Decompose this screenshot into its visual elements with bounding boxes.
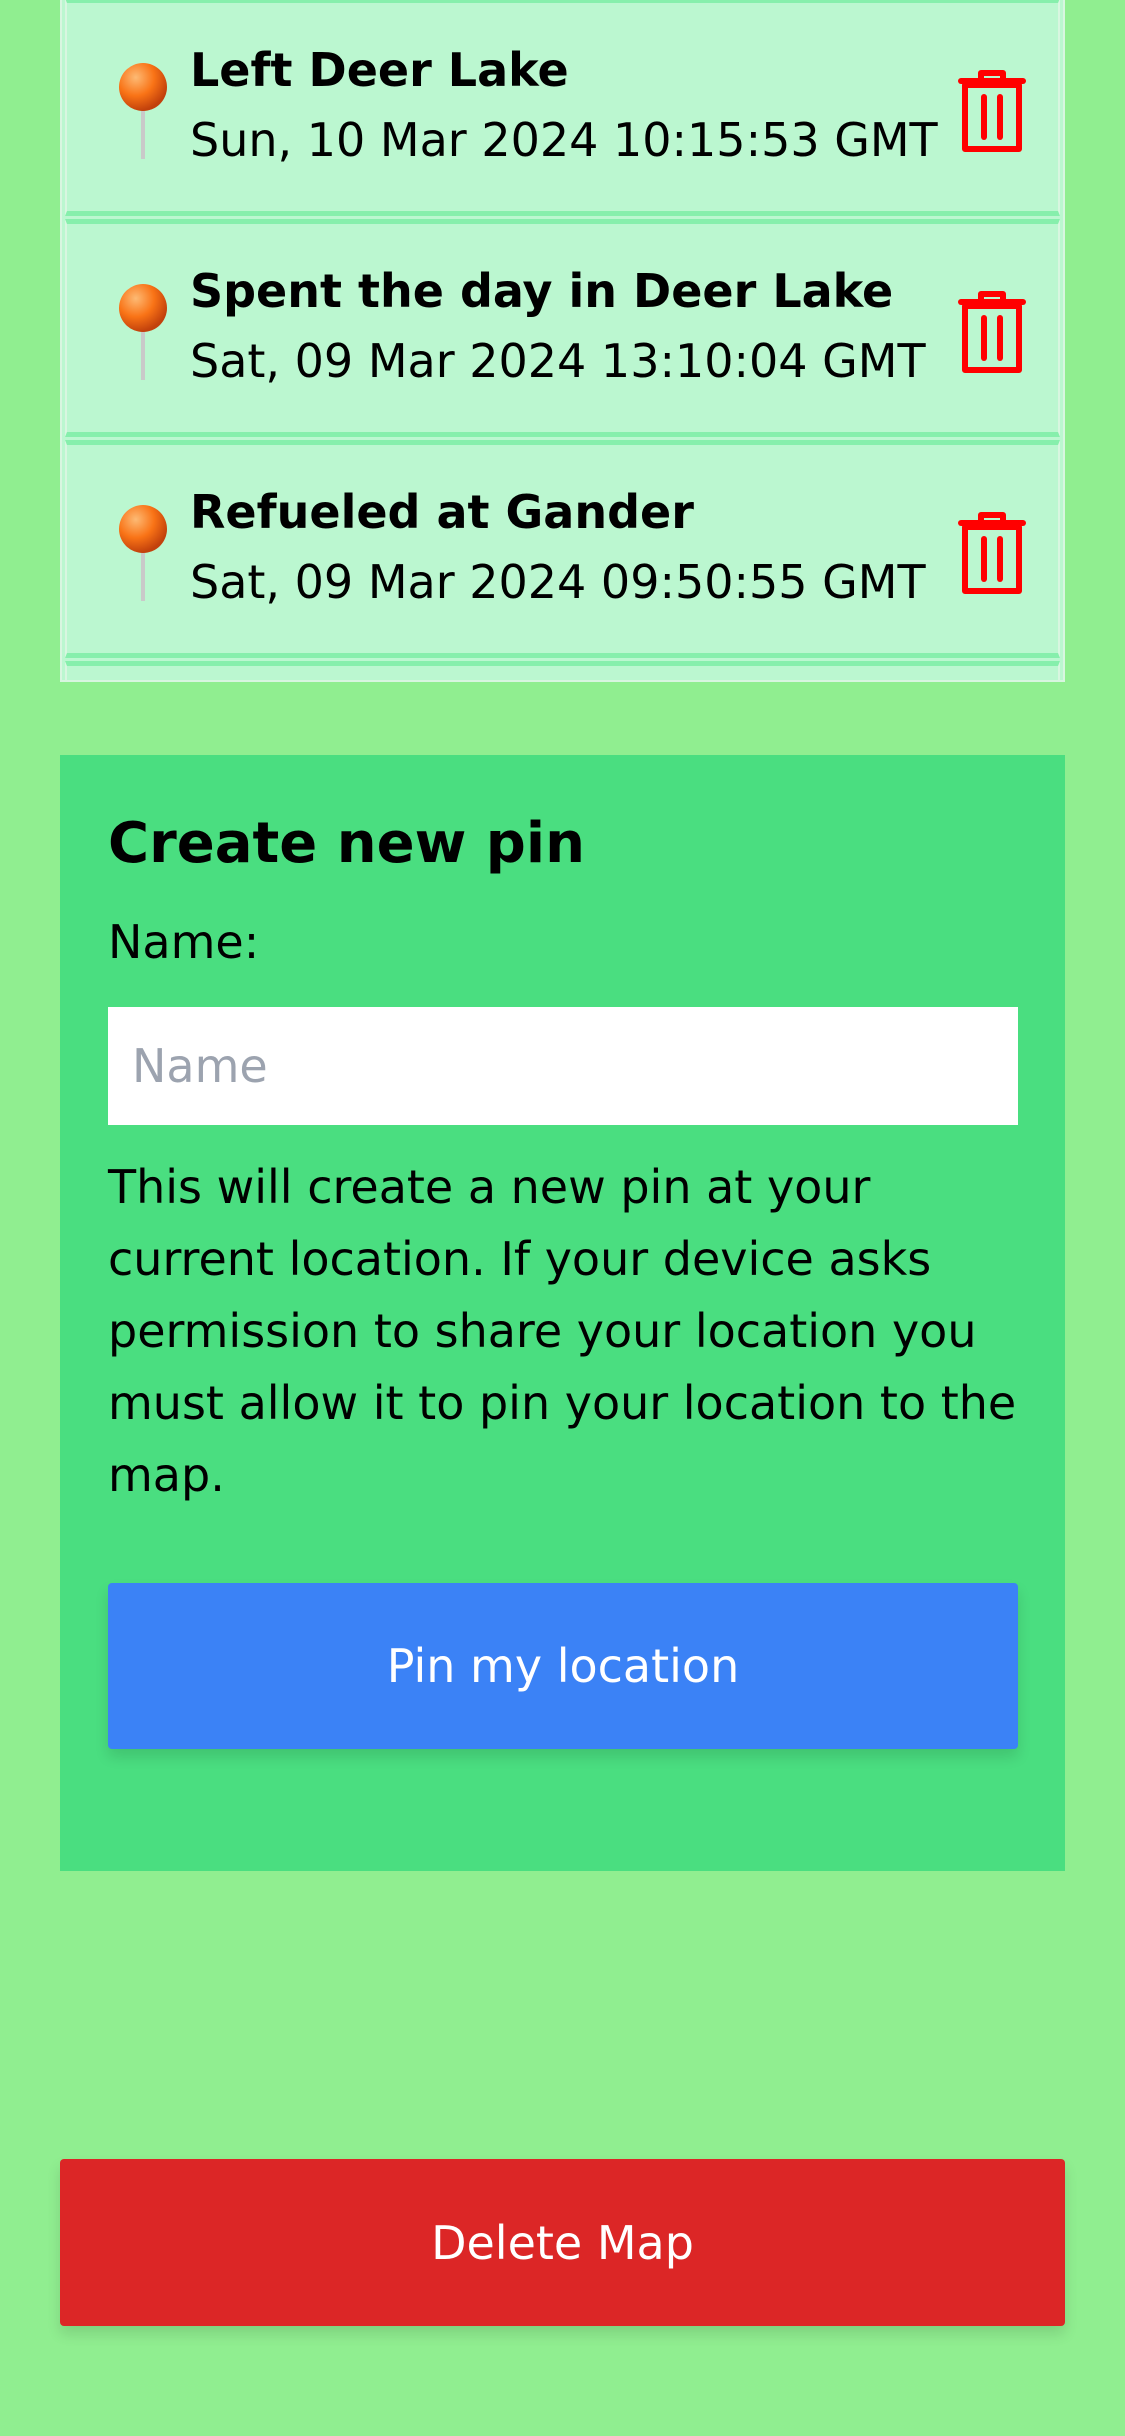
help-text: This will create a new pin at your curre… <box>108 1160 1017 1502</box>
pin-name: Spent the day in Deer Lake <box>190 264 894 318</box>
pin-list: Left Deer Lake Sun, 10 Mar 2024 10:15:53… <box>60 0 1065 682</box>
name-input[interactable] <box>108 1007 1018 1125</box>
pin-my-location-button[interactable]: Pin my location <box>108 1583 1018 1749</box>
pin-date: Sat, 09 Mar 2024 09:50:55 GMT <box>190 555 926 609</box>
pin-date: Sat, 09 Mar 2024 13:10:04 GMT <box>190 334 926 388</box>
trash-icon[interactable] <box>957 290 1027 374</box>
delete-map-button[interactable]: Delete Map <box>60 2159 1065 2326</box>
create-pin-title: Create new pin <box>108 811 585 876</box>
pin-name: Refueled at Gander <box>190 485 694 539</box>
pushpin-icon <box>119 63 167 159</box>
pin-date: Sun, 10 Mar 2024 10:15:53 GMT <box>190 113 938 167</box>
pushpin-icon <box>119 284 167 380</box>
trash-icon[interactable] <box>957 511 1027 595</box>
pin-list-item[interactable]: Refueled at Gander Sat, 09 Mar 2024 09:5… <box>65 440 1060 658</box>
pin-name: Left Deer Lake <box>190 43 569 97</box>
trash-icon[interactable] <box>957 69 1027 153</box>
create-pin-panel: Create new pin Name: This will create a … <box>60 755 1065 1871</box>
pin-list-item[interactable]: Spent the day in Deer Lake Sat, 09 Mar 2… <box>65 219 1060 437</box>
pushpin-icon <box>119 505 167 601</box>
name-label: Name: <box>108 915 260 969</box>
page: Left Deer Lake Sun, 10 Mar 2024 10:15:53… <box>0 0 1125 2436</box>
pin-list-item-partial[interactable] <box>65 661 1060 680</box>
pin-list-item[interactable]: Left Deer Lake Sun, 10 Mar 2024 10:15:53… <box>65 0 1060 216</box>
